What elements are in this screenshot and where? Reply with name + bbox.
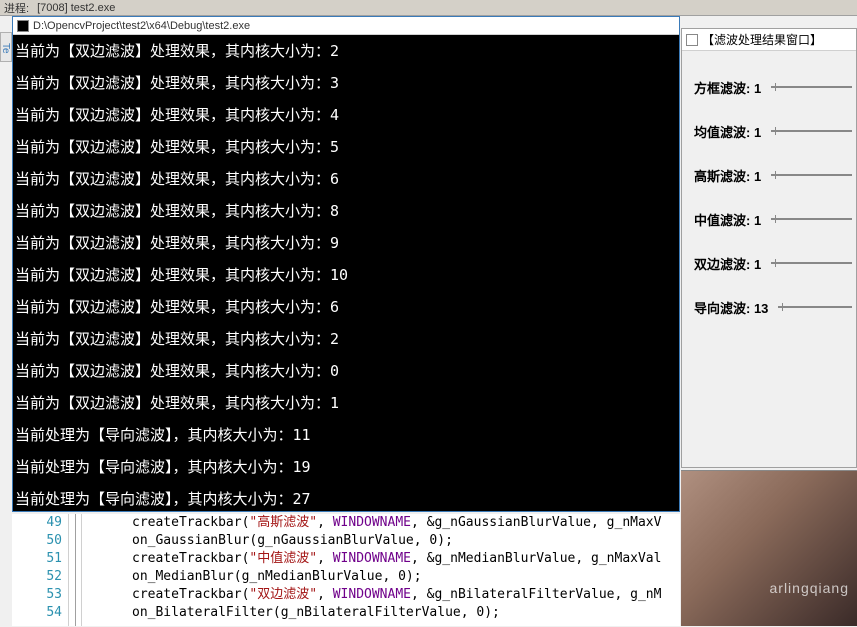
- slider-thumb-icon[interactable]: [775, 171, 776, 179]
- code-line[interactable]: on_BilateralFilter(g_nBilateralFilterVal…: [132, 604, 661, 622]
- trackbar-rows: 方框滤波: 1 均值滤波: 1 高斯滤波: 1 中值滤波: 1 双边滤波: 1 …: [682, 51, 856, 333]
- trackbar-slider[interactable]: [771, 174, 852, 176]
- trackbar-slider[interactable]: [778, 306, 852, 308]
- slider-thumb-icon[interactable]: [775, 215, 776, 223]
- line-number: 53: [12, 586, 62, 604]
- trackbar-row: 均值滤波: 1: [694, 109, 852, 153]
- left-tab[interactable]: Te: [0, 32, 12, 62]
- trackbar-row: 双边滤波: 1: [694, 241, 852, 285]
- line-number: 52: [12, 568, 62, 586]
- console-title: D:\OpencvProject\test2\x64\Debug\test2.e…: [33, 20, 250, 32]
- trackbar-slider[interactable]: [771, 130, 852, 132]
- trackbar-slider[interactable]: [771, 262, 852, 264]
- process-value: [7008] test2.exe: [37, 2, 115, 14]
- console-line: 当前为【双边滤波】处理效果，其内核大小为：2: [13, 323, 679, 355]
- trackbar-label: 方框滤波: 1: [694, 78, 765, 97]
- line-number: 50: [12, 532, 62, 550]
- console-window: D:\OpencvProject\test2\x64\Debug\test2.e…: [12, 16, 680, 512]
- console-line: 当前为【双边滤波】处理效果，其内核大小为：4: [13, 99, 679, 131]
- console-line: 当前为【双边滤波】处理效果，其内核大小为：0: [13, 355, 679, 387]
- console-line: 当前为【双边滤波】处理效果，其内核大小为：2: [13, 35, 679, 67]
- console-line: 当前为【双边滤波】处理效果，其内核大小为：3: [13, 67, 679, 99]
- slider-thumb-icon[interactable]: [775, 127, 776, 135]
- video-watermark: arlingqiang: [770, 580, 850, 596]
- line-number: 49: [12, 514, 62, 532]
- console-app-icon: [17, 20, 29, 32]
- console-line: 当前处理为【导向滤波】，其内核大小为：11: [13, 419, 679, 451]
- slider-thumb-icon[interactable]: [782, 303, 783, 311]
- console-line: 当前为【双边滤波】处理效果，其内核大小为：10: [13, 259, 679, 291]
- trackbar-slider[interactable]: [771, 218, 852, 220]
- top-toolbar: 进程: [7008] test2.exe: [0, 0, 857, 16]
- trackbar-label: 导向滤波: 13: [694, 298, 772, 317]
- fold-column[interactable]: [68, 514, 82, 626]
- trackbar-window: 【滤波处理结果窗口】 方框滤波: 1 均值滤波: 1 高斯滤波: 1 中值滤波:…: [681, 28, 857, 468]
- trackbar-title: 【滤波处理结果窗口】: [702, 31, 822, 48]
- slider-thumb-icon[interactable]: [775, 259, 776, 267]
- trackbar-row: 导向滤波: 13: [694, 285, 852, 329]
- trackbar-titlebar[interactable]: 【滤波处理结果窗口】: [682, 29, 856, 51]
- line-number: 54: [12, 604, 62, 622]
- console-line: 当前处理为【导向滤波】，其内核大小为：19: [13, 451, 679, 483]
- code-line[interactable]: createTrackbar("中值滤波", WINDOWNAME, &g_nM…: [132, 550, 661, 568]
- code-line[interactable]: createTrackbar("双边滤波", WINDOWNAME, &g_nB…: [132, 586, 661, 604]
- console-line: 当前为【双边滤波】处理效果，其内核大小为：6: [13, 163, 679, 195]
- code-line[interactable]: createTrackbar("高斯滤波", WINDOWNAME, &g_nG…: [132, 514, 661, 532]
- trackbar-label: 中值滤波: 1: [694, 210, 765, 229]
- line-number-gutter: 495051525354: [12, 514, 68, 626]
- code-editor[interactable]: 495051525354 createTrackbar("高斯滤波", WIND…: [12, 514, 680, 626]
- console-titlebar[interactable]: D:\OpencvProject\test2\x64\Debug\test2.e…: [13, 17, 679, 35]
- process-label: 进程:: [4, 0, 29, 16]
- trackbar-slider[interactable]: [771, 86, 852, 88]
- video-preview: arlingqiang: [681, 470, 857, 626]
- slider-thumb-icon[interactable]: [775, 83, 776, 91]
- console-line: 当前为【双边滤波】处理效果，其内核大小为：1: [13, 387, 679, 419]
- console-line: 当前处理为【导向滤波】，其内核大小为：27: [13, 483, 679, 511]
- opencv-window-icon: [686, 34, 698, 46]
- code-line[interactable]: on_MedianBlur(g_nMedianBlurValue, 0);: [132, 568, 661, 586]
- code-line[interactable]: on_GaussianBlur(g_nGaussianBlurValue, 0)…: [132, 532, 661, 550]
- console-line: 当前为【双边滤波】处理效果，其内核大小为：5: [13, 131, 679, 163]
- console-body[interactable]: 当前为【双边滤波】处理效果，其内核大小为：2当前为【双边滤波】处理效果，其内核大…: [13, 35, 679, 511]
- trackbar-row: 高斯滤波: 1: [694, 153, 852, 197]
- trackbar-row: 中值滤波: 1: [694, 197, 852, 241]
- trackbar-label: 双边滤波: 1: [694, 254, 765, 273]
- trackbar-label: 高斯滤波: 1: [694, 166, 765, 185]
- line-number: 51: [12, 550, 62, 568]
- console-line: 当前为【双边滤波】处理效果，其内核大小为：8: [13, 195, 679, 227]
- code-lines[interactable]: createTrackbar("高斯滤波", WINDOWNAME, &g_nG…: [82, 514, 661, 626]
- console-line: 当前为【双边滤波】处理效果，其内核大小为：6: [13, 291, 679, 323]
- trackbar-row: 方框滤波: 1: [694, 65, 852, 109]
- console-line: 当前为【双边滤波】处理效果，其内核大小为：9: [13, 227, 679, 259]
- trackbar-label: 均值滤波: 1: [694, 122, 765, 141]
